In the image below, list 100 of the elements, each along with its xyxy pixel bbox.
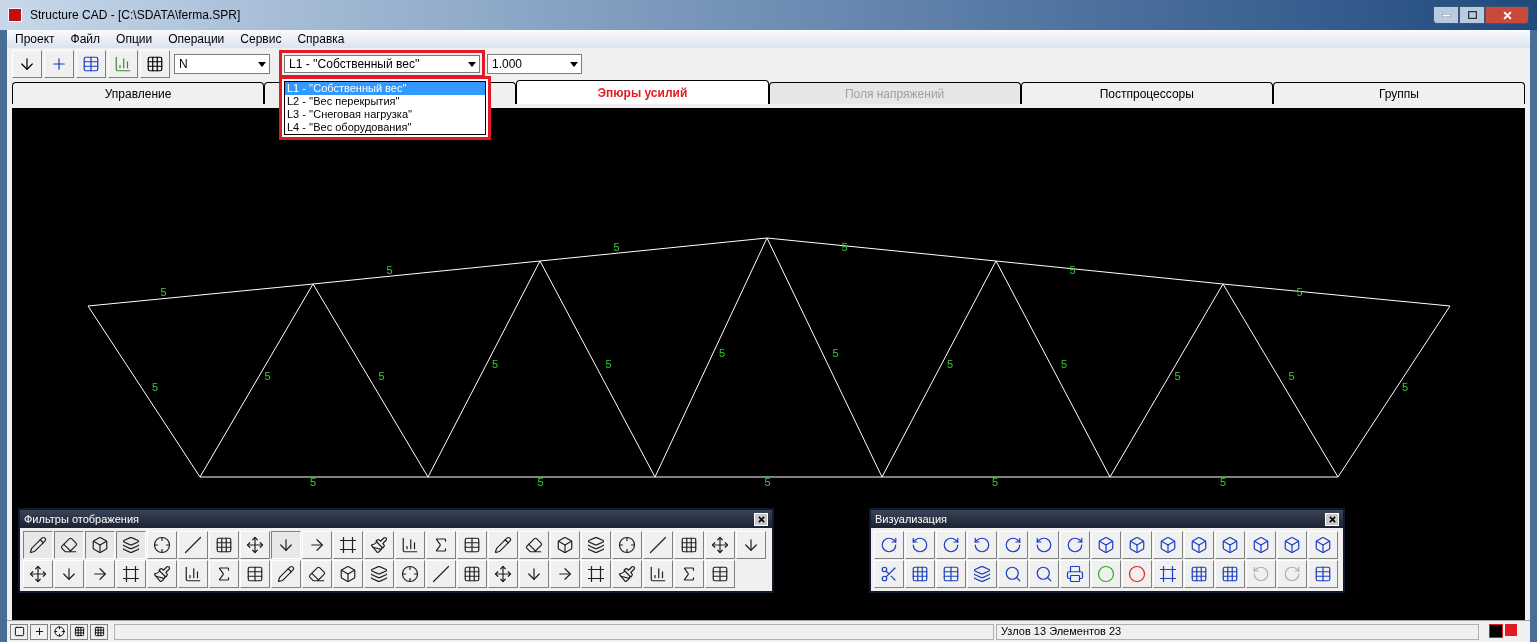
snap-icon [33,626,45,637]
menu-item[interactable]: Справка [297,30,345,48]
menu-item[interactable]: Сервис [240,30,282,48]
pencil-icon [494,536,512,554]
rotate-icon [942,536,960,554]
minimize-button[interactable] [1433,6,1459,24]
view-button[interactable] [70,623,88,640]
move-icon [711,536,729,554]
search-icon [1035,565,1053,583]
close-icon [1328,515,1336,523]
dropdown-arrow-icon [570,61,578,67]
layers-icon [370,565,388,583]
tool-button[interactable] [116,531,146,559]
window-title: Structure CAD - [C:\SDATA\ferma.SPR] [30,7,241,24]
tab[interactable]: Постпроцессоры [1020,82,1273,104]
element-label: 5 [1061,359,1068,370]
load-case-combo[interactable]: L1 - ''Собственный вес'' [284,55,480,73]
bar-chart-icon [184,565,202,583]
load-case-option[interactable]: L3 - ''Снеговая нагрузка'' [285,108,485,121]
tab[interactable]: Эпюры усилий [516,80,769,104]
minimize-icon [1441,13,1451,17]
menu-item[interactable]: Файл [70,30,101,48]
tool-button[interactable] [54,531,84,559]
rotate-icon [911,536,929,554]
layers-icon [587,536,605,554]
element-label: 5 [719,347,726,359]
cube-icon [1221,536,1239,554]
cube-icon [1128,536,1146,554]
crosshair-icon [618,536,636,554]
element-label: 5 [947,359,954,370]
right-arrow-icon [556,565,574,583]
maximize-icon [1467,11,1477,19]
tool-button[interactable] [23,531,53,559]
table-icon [1314,565,1332,583]
maximize-button[interactable] [1459,6,1485,24]
tab[interactable]: Группы [1272,82,1526,104]
eraser-icon [308,565,326,583]
view-button[interactable] [10,623,28,640]
element-label: 5 [310,477,317,488]
menu-item[interactable]: Опции [116,30,153,48]
brush-icon [153,565,171,583]
element-label: 5 [152,381,159,393]
view-button[interactable] [50,623,68,640]
table-icon [82,55,100,73]
menu-item[interactable]: Операции [168,30,225,48]
eraser-icon [60,536,78,554]
dropdown-arrow-icon [468,61,476,67]
element-label: 5 [992,477,999,488]
undo-icon [1252,565,1270,583]
element-label: 5 [264,370,271,382]
move-icon [494,565,512,583]
cube-icon [339,565,357,583]
crosshair-icon [401,565,419,583]
element-label: 5 [1220,477,1227,488]
down-arrow-icon [525,565,543,583]
panel-title: Визуализация [875,511,948,527]
rotate-icon [973,536,991,554]
load-case-option[interactable]: L4 - ''Вес оборудования'' [285,121,485,134]
element-label: 5 [1174,370,1181,382]
element-label: 5 [378,370,385,382]
menu-item[interactable]: Проект [15,30,55,48]
table-icon [711,565,729,583]
element-label: 5 [1288,370,1295,382]
move-icon [246,536,264,554]
element-label: 5 [160,287,167,298]
printer-icon [1066,565,1084,583]
force-combo[interactable]: N [174,54,270,74]
close-button[interactable] [1485,6,1529,24]
eraser-icon [525,536,543,554]
tab[interactable]: Управление [12,82,265,104]
cube-icon [1190,536,1208,554]
down-arrow-icon [60,565,78,583]
tool-button[interactable] [85,531,115,559]
snap-icon [93,626,105,637]
grid-icon [911,565,929,583]
cube-icon [1283,536,1301,554]
element-label: 5 [613,241,620,253]
cube-icon [556,536,574,554]
tool-button[interactable] [271,531,301,559]
layers-icon [122,536,140,554]
view-button[interactable] [30,623,48,640]
app-logo-icon [8,8,22,22]
grid-icon [1190,565,1208,583]
view-button[interactable] [90,623,108,640]
element-label: 5 [1402,381,1409,393]
status-text: Узлов 13 Элементов 23 [1001,624,1122,640]
brush-icon [370,536,388,554]
element-label: 5 [1296,287,1303,298]
right-arrow-icon [308,536,326,554]
pencil-icon [277,565,295,583]
element-label: 5 [1069,264,1076,276]
load-case-option[interactable]: L2 - ''Вес перекрытия'' [285,95,485,108]
table-icon [246,565,264,583]
cube-icon [1159,536,1177,554]
scale-combo[interactable]: 1.000 [487,54,582,74]
search-icon [1004,565,1022,583]
brush-icon [618,565,636,583]
pencil-icon [29,536,47,554]
bar-chart-icon [401,536,419,554]
rotate-icon [880,536,898,554]
